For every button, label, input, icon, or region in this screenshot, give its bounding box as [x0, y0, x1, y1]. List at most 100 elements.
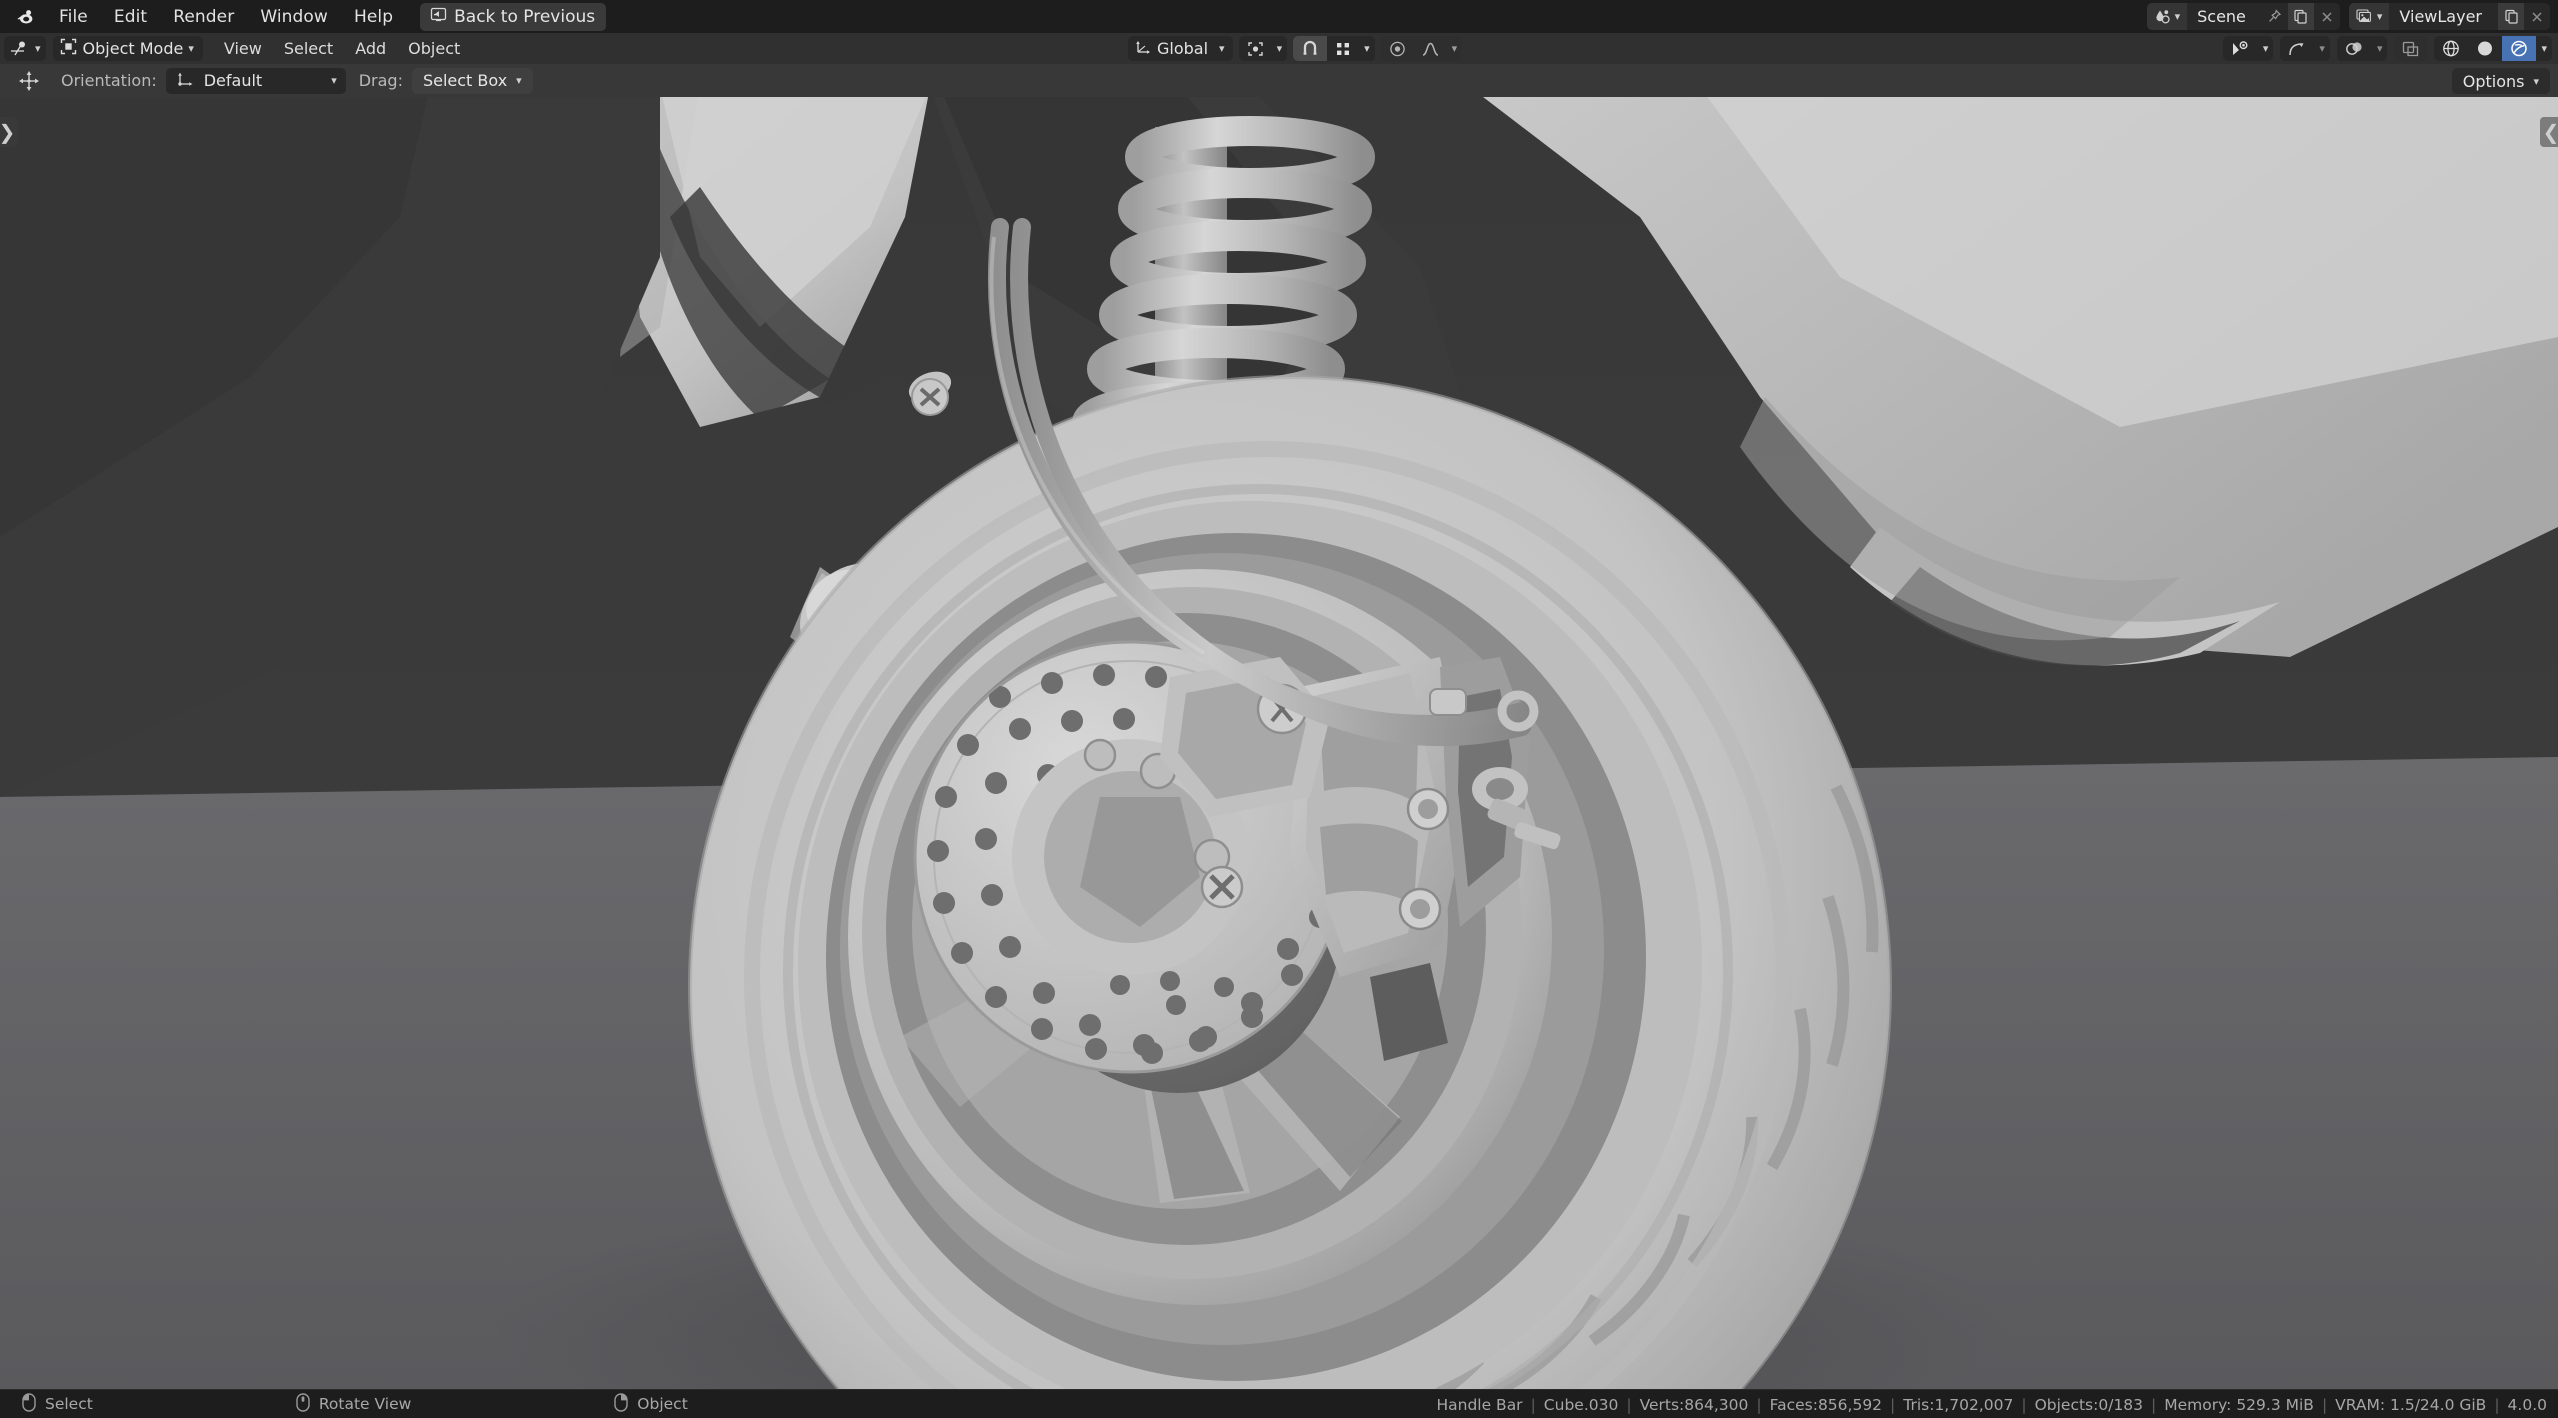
chevron-down-icon[interactable]: ▾ [1447, 36, 1463, 61]
toggle-xray-button[interactable] [2394, 36, 2428, 61]
status-bar: Select Rotate View Object Handle Bar | C… [0, 1389, 2558, 1418]
back-to-previous-icon [428, 6, 447, 28]
object-types-visibility-dropdown[interactable]: ▾ [2222, 36, 2274, 61]
menu-file[interactable]: File [46, 3, 101, 31]
drag-label: Drag: [358, 71, 403, 90]
snapping-group[interactable]: ▾ [1293, 36, 1375, 61]
editor-type-3d-viewport-icon[interactable]: ▾ [4, 36, 46, 61]
transform-orientation-dropdown[interactable]: Global ▾ [1128, 36, 1233, 61]
stat-separator: | [2494, 1395, 2500, 1414]
header-center-group: Global ▾ ▾ ▾ ▾ [1128, 36, 1463, 61]
gizmo-dropdown[interactable]: ▾ [2280, 36, 2330, 61]
mouse-middle-icon [296, 1392, 310, 1416]
stat-active-object: Handle Bar [1436, 1395, 1523, 1414]
scene-selector[interactable]: ▾ Scene [2146, 3, 2340, 30]
snap-increment-icon[interactable] [1327, 36, 1359, 61]
scene-statistics: Handle Bar | Cube.030 | Verts:864,300 | … [1436, 1390, 2547, 1418]
mouse-right-icon [614, 1392, 628, 1416]
chevron-down-icon[interactable]: ▾ [2372, 36, 2388, 61]
viewlayer-selector[interactable]: ▾ ViewLayer [2348, 3, 2550, 30]
overlays-icon[interactable] [2337, 36, 2372, 61]
status-hint-label: Rotate View [318, 1395, 412, 1413]
status-hint-select: Select [22, 1392, 93, 1416]
menu-render[interactable]: Render [160, 3, 247, 31]
status-hint-rotate-view: Rotate View [296, 1392, 412, 1416]
menu-help[interactable]: Help [341, 3, 406, 31]
arm-bolt [1200, 865, 1244, 909]
3d-viewport[interactable]: ❯ ❮ [0, 97, 2558, 1389]
stat-memory: Memory: 529.3 MiB [2164, 1395, 2314, 1414]
chevron-down-icon[interactable]: ▾ [2536, 36, 2552, 61]
transform-orientation-label: Global [1157, 39, 1209, 58]
header-right-group: ▾ ▾ ▾ ▾ [2222, 36, 2552, 61]
scene-icon[interactable]: ▾ [2146, 3, 2188, 30]
pivot-point-icon[interactable] [1239, 36, 1272, 61]
move-tool-icon[interactable] [10, 69, 48, 93]
new-scene-icon[interactable] [2287, 3, 2314, 30]
scene-name: Scene [2197, 7, 2246, 26]
overlays-dropdown[interactable]: ▾ [2336, 36, 2388, 61]
viewport-menu-select[interactable]: Select [273, 36, 344, 61]
orientation-label: Orientation: [61, 71, 157, 90]
orientation-axis-icon [1134, 38, 1152, 60]
proportional-editing-group[interactable]: ▾ [1380, 36, 1463, 61]
close-icon[interactable] [2314, 3, 2340, 30]
chevron-down-icon[interactable]: ▾ [2258, 36, 2274, 61]
interaction-mode-dropdown[interactable]: Object Mode ▾ [52, 36, 203, 61]
shading-solid-icon[interactable] [2468, 36, 2502, 61]
status-hint-label: Select [45, 1395, 93, 1413]
pivot-point-dropdown[interactable]: ▾ [1238, 36, 1288, 61]
chevron-down-icon[interactable]: ▾ [2314, 36, 2330, 61]
options-dropdown[interactable]: Options ▾ [2451, 68, 2550, 94]
stat-objects: Objects:0/183 [2034, 1395, 2144, 1414]
magnet-icon[interactable] [1293, 36, 1328, 61]
top-bar: File Edit Render Window Help Back to Pre… [0, 0, 2558, 33]
viewport-shading-group[interactable]: ▾ [2434, 36, 2552, 61]
gizmo-icon[interactable] [2280, 36, 2314, 61]
blender-window: File Edit Render Window Help Back to Pre… [0, 0, 2558, 1418]
new-viewlayer-icon[interactable] [2498, 3, 2524, 30]
stat-separator: | [1756, 1395, 1762, 1414]
stat-vram: VRAM: 1.5/24.0 GiB [2335, 1395, 2487, 1414]
falloff-smooth-icon[interactable] [1414, 36, 1447, 61]
pin-icon[interactable] [2262, 3, 2288, 30]
drag-value: Select Box [422, 71, 508, 90]
stat-verts: Verts:864,300 [1639, 1395, 1749, 1414]
sidebar-expand-right-icon[interactable]: ❯ [0, 117, 18, 147]
viewport-menu-view[interactable]: View [213, 36, 273, 61]
viewport-menu-object[interactable]: Object [397, 36, 471, 61]
viewlayer-icon[interactable]: ▾ [2348, 3, 2390, 30]
stat-separator: | [1890, 1395, 1896, 1414]
object-types-visibility-icon[interactable] [2223, 36, 2258, 61]
sidebar-expand-left-icon[interactable]: ❮ [2540, 117, 2558, 147]
menu-window[interactable]: Window [247, 3, 341, 31]
status-hint-object: Object [614, 1392, 688, 1416]
interaction-mode-label: Object Mode [82, 39, 184, 58]
stat-separator: | [1530, 1395, 1536, 1414]
back-to-previous-button[interactable]: Back to Previous [420, 2, 607, 31]
menu-edit[interactable]: Edit [101, 3, 160, 31]
orientation-dropdown[interactable]: Default ▾ [165, 67, 346, 94]
chevron-down-icon[interactable]: ▾ [1272, 36, 1288, 61]
status-hint-label: Object [637, 1395, 688, 1413]
drag-dropdown[interactable]: Select Box ▾ [411, 67, 533, 94]
toggle-xray-icon[interactable] [2394, 36, 2427, 61]
blender-logo-icon[interactable] [12, 4, 38, 30]
back-to-previous-label: Back to Previous [454, 6, 596, 27]
chevron-down-icon[interactable]: ▾ [1359, 36, 1375, 61]
shading-material-preview-icon[interactable] [2502, 36, 2537, 61]
proportional-edit-icon[interactable] [1381, 36, 1414, 61]
shading-wireframe-icon[interactable] [2434, 36, 2468, 61]
orientation-value: Default [203, 71, 263, 90]
mouse-left-icon [22, 1392, 36, 1416]
stat-separator: | [2151, 1395, 2157, 1414]
viewport-header: ▾ Object Mode ▾ View Select Add Object G… [0, 33, 2558, 64]
viewport-render-image [0, 97, 2558, 1389]
stat-faces: Faces:856,592 [1769, 1395, 1883, 1414]
viewport-menu-add[interactable]: Add [344, 36, 397, 61]
orientation-default-icon [175, 70, 195, 92]
close-icon[interactable] [2524, 3, 2550, 30]
stat-tris: Tris:1,702,007 [1903, 1395, 2014, 1414]
stat-separator: | [2021, 1395, 2027, 1414]
tool-settings-bar: Orientation: Default ▾ Drag: Select Box [0, 64, 2558, 97]
